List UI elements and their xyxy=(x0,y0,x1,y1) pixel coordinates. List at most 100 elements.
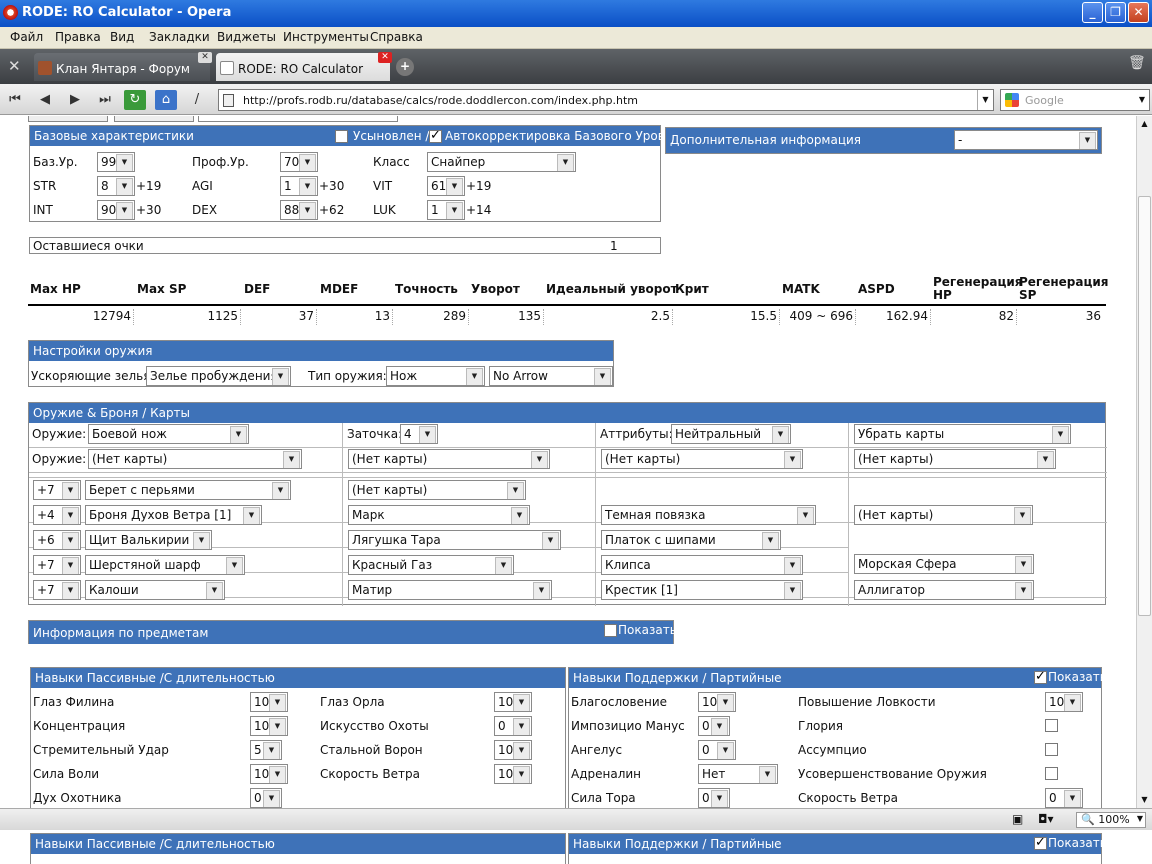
items-info-show-checkbox[interactable] xyxy=(604,624,617,637)
remove-cards-select[interactable]: Убрать карты xyxy=(854,424,1071,444)
skill-select[interactable]: 10 xyxy=(494,692,532,712)
load-button-partial[interactable] xyxy=(114,116,194,122)
class-select[interactable]: Снайпер xyxy=(427,152,576,172)
skill-select[interactable]: 10 xyxy=(494,740,532,760)
armor-select[interactable]: Броня Духов Ветра [1] xyxy=(85,505,262,525)
garment-card-select[interactable]: Красный Газ xyxy=(348,555,514,575)
rewind-icon[interactable]: ⏮ xyxy=(4,90,26,110)
weapon-select[interactable]: Боевой нож xyxy=(88,424,249,444)
mouth-accessory-select[interactable]: Платок с шипами xyxy=(601,530,781,550)
skill-select[interactable]: 0 xyxy=(1045,788,1083,808)
maximize-button[interactable]: ❐ xyxy=(1105,2,1126,23)
shield-card-select[interactable]: Лягушка Тара xyxy=(348,530,561,550)
panel-toggle-icon[interactable]: ▣ xyxy=(1012,812,1023,826)
skill-select[interactable]: 10 xyxy=(1045,692,1083,712)
garment-refine-select[interactable]: +7 xyxy=(33,555,81,575)
scroll-down-icon[interactable]: ▼ xyxy=(1137,792,1152,808)
tools-icon[interactable]: ✕ xyxy=(8,57,21,75)
headgear-refine-select[interactable]: +7 xyxy=(33,480,81,500)
tab-close-icon[interactable]: ✕ xyxy=(198,52,212,63)
reload-icon[interactable]: ↻ xyxy=(124,90,146,110)
adopted-checkbox[interactable] xyxy=(335,130,348,143)
attribute-select[interactable]: Нейтральный xyxy=(671,424,791,444)
skill-select[interactable]: 0 xyxy=(250,788,282,808)
menu-view[interactable]: Вид xyxy=(110,30,134,44)
accessory-2-card-select[interactable]: Аллигатор xyxy=(854,580,1034,600)
vertical-scrollbar[interactable]: ▲ ▼ xyxy=(1136,116,1152,808)
dex-select[interactable]: 88 xyxy=(280,200,318,220)
headgear-select[interactable]: Берет с перьями xyxy=(85,480,291,500)
extra-info-select[interactable]: - xyxy=(954,130,1098,150)
int-select[interactable]: 90 xyxy=(97,200,135,220)
skill-select[interactable]: 10 xyxy=(250,692,288,712)
skill-checkbox[interactable] xyxy=(1045,743,1058,756)
skill-checkbox[interactable] xyxy=(1045,719,1058,732)
support-show-checkbox[interactable] xyxy=(1034,669,1047,684)
camera-icon[interactable]: ◘▾ xyxy=(1038,812,1054,826)
arrow-select[interactable]: No Arrow xyxy=(489,366,613,386)
skill-select[interactable]: 10 xyxy=(698,692,736,712)
garment-select[interactable]: Шерстяной шарф xyxy=(85,555,245,575)
close-window-button[interactable]: ✕ xyxy=(1128,2,1149,23)
skill-select[interactable]: Нет xyxy=(698,764,778,784)
menu-file[interactable]: Файл xyxy=(10,30,43,44)
zoom-dropdown-icon[interactable]: ▼ xyxy=(1137,814,1143,823)
shoes-select[interactable]: Калоши xyxy=(85,580,225,600)
save-button-partial[interactable] xyxy=(28,116,108,122)
weapon-type-select[interactable]: Нож xyxy=(386,366,485,386)
eye-accessory-card-select[interactable]: (Нет карты) xyxy=(854,505,1033,525)
tab-close-icon[interactable]: ✕ xyxy=(378,52,392,63)
agi-select[interactable]: 1 xyxy=(280,176,318,196)
minimize-button[interactable]: _ xyxy=(1082,2,1103,23)
weapon-card-4-select[interactable]: (Нет карты) xyxy=(854,449,1056,469)
autocorrect-checkbox[interactable] xyxy=(429,128,442,143)
menu-tools[interactable]: Инструменты xyxy=(283,30,369,44)
search-field[interactable]: Google ▼ xyxy=(1000,89,1150,111)
tab-forum[interactable]: Клан Янтаря - Форум ✕ xyxy=(34,52,212,81)
shoes-card-select[interactable]: Матир xyxy=(348,580,552,600)
accessory-1-card-select[interactable]: Морская Сфера xyxy=(854,554,1034,574)
wand-icon[interactable]: / xyxy=(186,90,208,110)
job-level-select[interactable]: 70 xyxy=(280,152,318,172)
accessory-2-select[interactable]: Крестик [1] xyxy=(601,580,803,600)
skill-select[interactable]: 10 xyxy=(250,716,288,736)
scroll-up-icon[interactable]: ▲ xyxy=(1137,116,1152,132)
new-tab-icon[interactable]: + xyxy=(396,58,414,76)
zoom-control[interactable]: 🔍 100% ▼ xyxy=(1076,812,1146,828)
forward-icon[interactable]: ▶ xyxy=(64,90,86,110)
weapon-card-3-select[interactable]: (Нет карты) xyxy=(601,449,803,469)
armor-card-select[interactable]: Марк xyxy=(348,505,530,525)
shield-refine-select[interactable]: +6 xyxy=(33,530,81,550)
skill-select[interactable]: 10 xyxy=(494,764,532,784)
luk-select[interactable]: 1 xyxy=(427,200,465,220)
menu-widgets[interactable]: Виджеты xyxy=(217,30,276,44)
shield-select[interactable]: Щит Валькирии xyxy=(85,530,212,550)
menu-help[interactable]: Справка xyxy=(370,30,423,44)
weapon-card-2-select[interactable]: (Нет карты) xyxy=(348,449,550,469)
skill-select[interactable]: 10 xyxy=(250,764,288,784)
speed-potion-select[interactable]: Зелье пробуждения xyxy=(146,366,291,386)
menu-edit[interactable]: Правка xyxy=(55,30,101,44)
address-bar[interactable]: http://profs.rodb.ru/database/calcs/rode… xyxy=(218,89,994,111)
menu-bookmarks[interactable]: Закладки xyxy=(149,30,210,44)
back-icon[interactable]: ◀ xyxy=(34,90,56,110)
skill-checkbox[interactable] xyxy=(1045,767,1058,780)
search-dropdown-icon[interactable]: ▼ xyxy=(1135,90,1149,110)
skill-select[interactable]: 0 xyxy=(698,788,730,808)
address-dropdown-icon[interactable]: ▼ xyxy=(977,90,993,110)
vit-select[interactable]: 61 xyxy=(427,176,465,196)
home-icon[interactable]: ⌂ xyxy=(155,90,177,110)
str-select[interactable]: 8 xyxy=(97,176,135,196)
tab-calculator[interactable]: RODE: RO Calculator ✕ xyxy=(216,52,392,81)
trash-icon[interactable]: 🗑 xyxy=(1128,55,1146,71)
skill-select[interactable]: 0 xyxy=(698,716,730,736)
save-slot-select-partial[interactable] xyxy=(198,116,398,122)
fast-forward-icon[interactable]: ⏭ xyxy=(94,90,116,110)
weapon-refine-select[interactable]: 4 xyxy=(400,424,438,444)
skill-select[interactable]: 0 xyxy=(698,740,736,760)
shoes-refine-select[interactable]: +7 xyxy=(33,580,81,600)
eye-accessory-select[interactable]: Темная повязка xyxy=(601,505,816,525)
lower-support-show-checkbox[interactable] xyxy=(1034,835,1047,850)
skill-select[interactable]: 0 xyxy=(494,716,532,736)
base-level-select[interactable]: 99 xyxy=(97,152,135,172)
